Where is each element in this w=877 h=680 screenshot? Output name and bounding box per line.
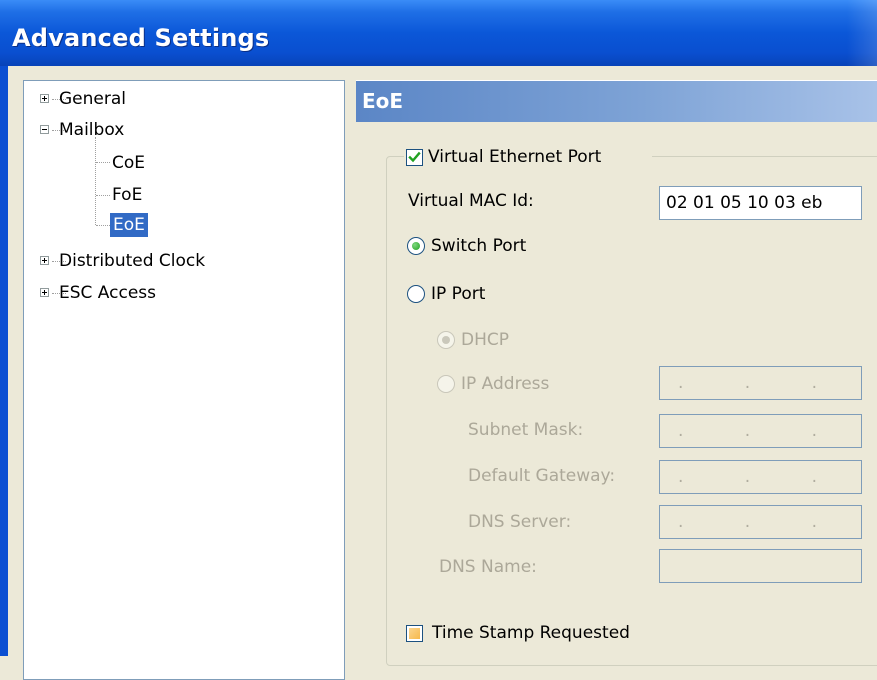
collapse-minus-icon[interactable] — [40, 125, 49, 134]
ip-separators: . . . — [677, 512, 846, 532]
expand-plus-icon[interactable] — [40, 256, 49, 265]
subnet-mask-label: Subnet Mask: — [468, 420, 584, 440]
virtual-ethernet-port-label: Virtual Ethernet Port — [428, 147, 602, 167]
ip-address-field[interactable]: . . . — [659, 366, 862, 400]
dns-server-field[interactable]: . . . — [659, 505, 862, 539]
tree-item-label: General — [59, 89, 126, 109]
ip-address-label: IP Address — [461, 374, 550, 394]
title-bar[interactable]: Advanced Settings — [0, 0, 877, 66]
ip-port-radio[interactable] — [407, 285, 425, 303]
panel-title: EoE — [362, 89, 404, 113]
dns-name-field[interactable] — [659, 549, 862, 583]
tree-item-label: EoE — [110, 213, 148, 237]
dhcp-radio[interactable] — [437, 331, 455, 349]
ip-port-label: IP Port — [431, 284, 486, 304]
time-stamp-option[interactable]: Time Stamp Requested — [406, 621, 706, 647]
expand-plus-icon[interactable] — [40, 288, 49, 297]
tree-connector — [96, 225, 110, 226]
tree-item-label: Mailbox — [59, 120, 125, 140]
ip-address-option[interactable]: IP Address — [437, 371, 637, 397]
window-title: Advanced Settings — [12, 24, 270, 52]
dhcp-option[interactable]: DHCP — [437, 327, 637, 353]
virtual-ethernet-port-checkbox[interactable] — [406, 149, 423, 166]
settings-tree[interactable]: General Mailbox CoE FoE EoE Distributed … — [23, 80, 345, 680]
window-frame-left — [0, 66, 8, 656]
subnet-mask-field[interactable]: . . . — [659, 414, 862, 448]
switch-port-radio[interactable] — [407, 237, 425, 255]
tree-connector — [96, 195, 110, 196]
default-gateway-label: Default Gateway: — [468, 466, 616, 486]
panel-header: EoE — [356, 80, 877, 122]
expand-plus-icon[interactable] — [40, 94, 49, 103]
title-bar-shade — [847, 0, 877, 66]
dhcp-label: DHCP — [461, 330, 509, 350]
virtual-mac-label: Virtual MAC Id: — [408, 191, 534, 211]
dns-server-label: DNS Server: — [468, 512, 572, 532]
checkmark-icon — [408, 151, 421, 163]
virtual-ethernet-port-option[interactable]: Virtual Ethernet Port — [404, 144, 652, 170]
ip-port-option[interactable]: IP Port — [407, 281, 607, 307]
ip-separators: . . . — [677, 373, 846, 393]
dns-name-label: DNS Name: — [439, 557, 537, 577]
time-stamp-checkbox[interactable] — [406, 625, 423, 642]
ip-separators: . . . — [677, 467, 846, 487]
tree-item-label: Distributed Clock — [59, 251, 206, 271]
tree-item-label: ESC Access — [59, 283, 157, 303]
default-gateway-field[interactable]: . . . — [659, 460, 862, 494]
switch-port-label: Switch Port — [431, 236, 527, 256]
tree-connector — [95, 137, 96, 225]
tree-item-label: CoE — [112, 153, 146, 173]
virtual-mac-field[interactable]: 02 01 05 10 03 eb — [659, 186, 862, 220]
tree-connector — [96, 162, 110, 163]
ip-separators: . . . — [677, 421, 846, 441]
switch-port-option[interactable]: Switch Port — [407, 233, 607, 259]
tree-item-label: FoE — [112, 185, 143, 205]
time-stamp-label: Time Stamp Requested — [432, 623, 630, 643]
ip-address-radio[interactable] — [437, 375, 455, 393]
